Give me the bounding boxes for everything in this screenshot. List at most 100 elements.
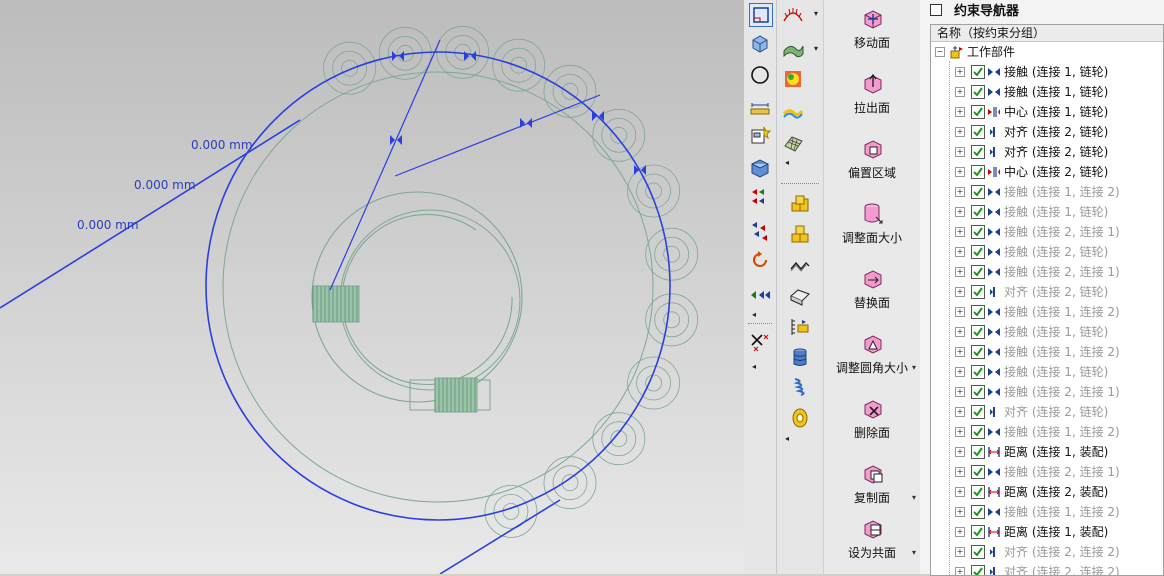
toolbar-overflow-arrow[interactable]: ◂ bbox=[785, 434, 789, 443]
navigator-pin-checkbox[interactable] bbox=[930, 4, 942, 16]
color-sphere-icon[interactable] bbox=[782, 68, 804, 90]
cylinder-stack-icon[interactable] bbox=[789, 346, 811, 368]
swap-icon[interactable] bbox=[749, 284, 771, 306]
cube-view-icon[interactable] bbox=[749, 33, 771, 55]
constraint-checkbox[interactable] bbox=[971, 245, 985, 259]
constraint-row[interactable]: + 对齐 (连接 2, 链轮) bbox=[931, 282, 1163, 302]
constraint-row[interactable]: + 中心 (连接 1, 链轮) bbox=[931, 102, 1163, 122]
expand-toggle[interactable]: + bbox=[955, 327, 965, 337]
expand-toggle[interactable]: + bbox=[955, 507, 965, 517]
constraint-row[interactable]: + 对齐 (连接 2, 连接 2) bbox=[931, 542, 1163, 562]
expand-toggle[interactable]: + bbox=[955, 247, 965, 257]
expand-toggle[interactable]: + bbox=[955, 567, 965, 575]
toolbar-overflow-arrow[interactable]: ◂ bbox=[752, 362, 756, 371]
expand-toggle[interactable]: + bbox=[955, 387, 965, 397]
constraint-row[interactable]: + 距离 (连接 1, 装配) bbox=[931, 442, 1163, 462]
coin-stack-icon-2[interactable] bbox=[789, 223, 811, 245]
toolbar-overflow-arrow[interactable]: ◂ bbox=[785, 158, 789, 167]
constraint-checkbox[interactable] bbox=[971, 285, 985, 299]
graphics-viewport[interactable]: 0.000 mm 0.000 mm 0.000 mm bbox=[0, 0, 744, 574]
constraint-row[interactable]: + 距离 (连接 2, 装配) bbox=[931, 482, 1163, 502]
expand-toggle[interactable]: + bbox=[955, 547, 965, 557]
constraint-checkbox[interactable] bbox=[971, 485, 985, 499]
constraint-checkbox[interactable] bbox=[971, 505, 985, 519]
constraint-checkbox[interactable] bbox=[971, 125, 985, 139]
expand-toggle[interactable]: + bbox=[955, 407, 965, 417]
constraint-checkbox[interactable] bbox=[971, 525, 985, 539]
constraint-row[interactable]: + 对齐 (连接 2, 链轮) bbox=[931, 402, 1163, 422]
constraint-row[interactable]: + 接触 (连接 1, 连接 2) bbox=[931, 502, 1163, 522]
expand-toggle[interactable]: + bbox=[955, 167, 965, 177]
constraint-row[interactable]: + 接触 (连接 1, 连接 2) bbox=[931, 342, 1163, 362]
resize-face-button[interactable]: 调整面大小 bbox=[824, 199, 920, 261]
expand-toggle[interactable]: + bbox=[955, 87, 965, 97]
constraint-checkbox[interactable] bbox=[971, 65, 985, 79]
ruler-icon[interactable] bbox=[749, 97, 771, 119]
constraint-row[interactable]: + 接触 (连接 1, 链轮) bbox=[931, 62, 1163, 82]
constraint-tree[interactable]: 名称（按约束分组） − 工作部件 + 接触 (连接 1, 链轮) + 接触 (连接 1… bbox=[930, 24, 1164, 576]
expand-toggle[interactable]: + bbox=[955, 527, 965, 537]
constraint-checkbox[interactable] bbox=[971, 545, 985, 559]
make-coplanar-button[interactable]: 设为共面 ▾ bbox=[824, 514, 920, 576]
expand-toggle[interactable]: + bbox=[955, 207, 965, 217]
add-component-icon[interactable] bbox=[749, 125, 771, 147]
spring-icon[interactable] bbox=[782, 3, 804, 25]
constraint-checkbox[interactable] bbox=[971, 345, 985, 359]
expand-toggle[interactable]: + bbox=[955, 147, 965, 157]
circle-icon[interactable] bbox=[749, 64, 771, 86]
constraint-checkbox[interactable] bbox=[971, 325, 985, 339]
constraint-row[interactable]: + 接触 (连接 2, 连接 1) bbox=[931, 262, 1163, 282]
spring-coil-icon[interactable] bbox=[789, 376, 811, 398]
move-constraint-icon[interactable] bbox=[749, 186, 771, 208]
collapse-toggle[interactable]: − bbox=[935, 47, 945, 57]
constraint-row[interactable]: + 对齐 (连接 2, 链轮) bbox=[931, 122, 1163, 142]
constraint-row[interactable]: + 接触 (连接 1, 链轮) bbox=[931, 322, 1163, 342]
expand-toggle[interactable]: + bbox=[955, 307, 965, 317]
expand-toggle[interactable]: + bbox=[955, 107, 965, 117]
expand-toggle[interactable]: + bbox=[955, 467, 965, 477]
coin-stack-icon[interactable] bbox=[789, 193, 811, 215]
wave-icon[interactable] bbox=[782, 101, 804, 123]
constraint-checkbox[interactable] bbox=[971, 85, 985, 99]
expand-toggle[interactable]: + bbox=[955, 227, 965, 237]
expand-toggle[interactable]: + bbox=[955, 267, 965, 277]
measure-icon[interactable] bbox=[789, 316, 811, 338]
constraint-checkbox[interactable] bbox=[971, 165, 985, 179]
constraint-row[interactable]: + 距离 (连接 1, 装配) bbox=[931, 522, 1163, 542]
constraint-row[interactable]: + 接触 (连接 1, 连接 2) bbox=[931, 302, 1163, 322]
move-constraint-icon-2[interactable] bbox=[749, 220, 771, 242]
replace-face-button[interactable]: 替换面 bbox=[824, 264, 920, 326]
constraint-checkbox[interactable] bbox=[971, 205, 985, 219]
block-icon[interactable] bbox=[749, 157, 771, 179]
constraint-checkbox[interactable] bbox=[971, 225, 985, 239]
dropdown-arrow[interactable]: ▾ bbox=[912, 493, 916, 502]
resize-blend-button[interactable]: 调整圆角大小 ▾ bbox=[824, 329, 920, 391]
constraint-checkbox[interactable] bbox=[971, 365, 985, 379]
constraint-checkbox[interactable] bbox=[971, 445, 985, 459]
toolbar-overflow-arrow[interactable]: ◂ bbox=[752, 310, 756, 319]
constraint-checkbox[interactable] bbox=[971, 565, 985, 575]
rotate-icon[interactable] bbox=[749, 249, 771, 271]
constraint-row[interactable]: + 接触 (连接 1, 链轮) bbox=[931, 82, 1163, 102]
constraint-checkbox[interactable] bbox=[971, 405, 985, 419]
expand-toggle[interactable]: + bbox=[955, 347, 965, 357]
expand-toggle[interactable]: + bbox=[955, 487, 965, 497]
dimension-label[interactable]: 0.000 mm bbox=[191, 138, 253, 152]
dimension-label[interactable]: 0.000 mm bbox=[77, 218, 139, 232]
constraint-checkbox[interactable] bbox=[971, 105, 985, 119]
bent-sheet-icon[interactable] bbox=[789, 286, 811, 308]
copy-face-button[interactable]: 复制面 ▾ bbox=[824, 459, 920, 521]
surface-icon[interactable] bbox=[782, 37, 804, 59]
constraint-row[interactable]: + 接触 (连接 1, 连接 2) bbox=[931, 182, 1163, 202]
expand-toggle[interactable]: + bbox=[955, 127, 965, 137]
select-frame-icon[interactable] bbox=[749, 3, 773, 27]
constraint-row[interactable]: + 接触 (连接 2, 连接 1) bbox=[931, 462, 1163, 482]
constraint-checkbox[interactable] bbox=[971, 305, 985, 319]
constraint-checkbox[interactable] bbox=[971, 185, 985, 199]
expand-toggle[interactable]: + bbox=[955, 447, 965, 457]
expand-toggle[interactable]: + bbox=[955, 427, 965, 437]
constraint-checkbox[interactable] bbox=[971, 145, 985, 159]
constraint-checkbox[interactable] bbox=[971, 425, 985, 439]
constraint-checkbox[interactable] bbox=[971, 465, 985, 479]
constraint-checkbox[interactable] bbox=[971, 265, 985, 279]
